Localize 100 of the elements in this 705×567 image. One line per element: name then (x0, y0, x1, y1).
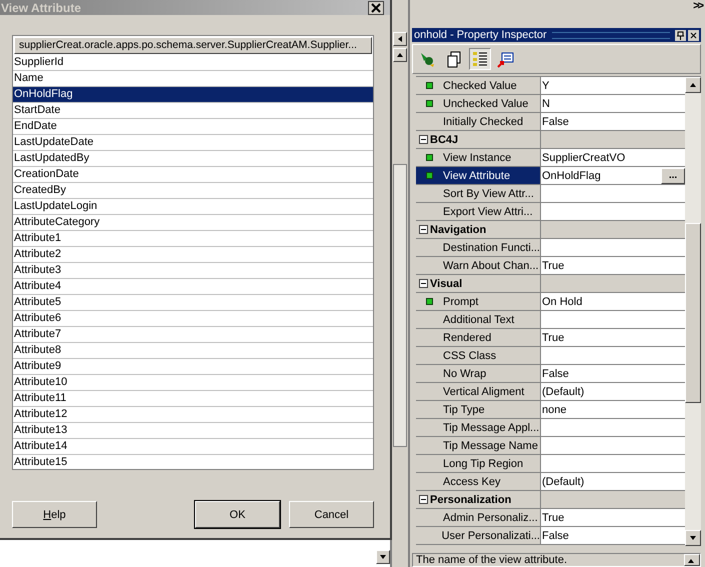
category-cell[interactable]: Visual (416, 275, 541, 293)
property-name-cell[interactable]: Vertical Aligment (416, 383, 541, 401)
property-value-cell[interactable] (541, 311, 685, 329)
property-name-cell[interactable]: Admin Personaliz... (416, 509, 541, 527)
dialog-button[interactable]: Help (12, 501, 97, 528)
property-value-cell[interactable]: (Default) (541, 473, 685, 491)
scroll-up-icon[interactable] (684, 554, 700, 566)
list-item[interactable]: Attribute13 (13, 423, 373, 439)
collapse-icon[interactable] (419, 495, 428, 504)
property-name-cell[interactable]: Unchecked Value (416, 95, 541, 113)
property-name-cell[interactable]: CSS Class (416, 347, 541, 365)
property-value-cell[interactable]: N (541, 95, 685, 113)
list-item[interactable]: Attribute11 (13, 391, 373, 407)
category-cell[interactable]: Personalization (416, 491, 541, 509)
collapse-icon[interactable] (419, 135, 428, 144)
property-name-cell[interactable]: Tip Message Name (416, 437, 541, 455)
scrollbar[interactable] (393, 164, 407, 447)
property-value-cell[interactable]: True (541, 257, 685, 275)
list-item[interactable]: LastUpdateDate (13, 135, 373, 151)
list-item[interactable]: SupplierId (13, 55, 373, 71)
close-icon[interactable] (368, 0, 384, 14)
property-value-cell[interactable]: On Hold (541, 293, 685, 311)
window-title: View Attribute (1, 0, 82, 14)
property-value-cell[interactable] (541, 455, 685, 473)
property-name-cell[interactable]: Export View Attri... (416, 203, 541, 221)
property-name-cell[interactable]: Long Tip Region (416, 455, 541, 473)
scroll-left-icon[interactable] (393, 32, 407, 46)
dialog-button[interactable]: Cancel (289, 501, 374, 528)
property-name: Warn About Chan... (443, 260, 539, 272)
property-name-cell[interactable]: Initially Checked (416, 113, 541, 131)
property-name-cell[interactable]: Tip Type (416, 401, 541, 419)
list-item[interactable]: Attribute9 (13, 359, 373, 375)
property-value-cell[interactable] (541, 239, 685, 257)
pin-icon[interactable] (675, 30, 686, 40)
property-name-cell[interactable]: Tip Message Appl... (416, 419, 541, 437)
property-name-cell[interactable]: Additional Text (416, 311, 541, 329)
dialog-button[interactable]: OK (195, 501, 280, 528)
list-item[interactable]: Attribute5 (13, 295, 373, 311)
property-name-cell[interactable]: Rendered (416, 329, 541, 347)
category-cell[interactable]: Navigation (416, 221, 541, 239)
scroll-down-icon[interactable] (685, 530, 701, 546)
scroll-down-icon[interactable] (376, 550, 390, 564)
list-item[interactable]: StartDate (13, 103, 373, 119)
property-value-cell[interactable] (541, 203, 685, 221)
property-name-cell[interactable]: View Instance (416, 149, 541, 167)
property-value-cell[interactable] (541, 437, 685, 455)
property-name-cell[interactable]: View Attribute (416, 167, 541, 185)
scrollbar[interactable] (685, 77, 701, 546)
property-value-cell[interactable] (541, 185, 685, 203)
property-value-cell[interactable]: False (541, 113, 685, 131)
property-name-cell[interactable]: No Wrap (416, 365, 541, 383)
list-item[interactable]: Attribute6 (13, 311, 373, 327)
list-item[interactable]: OnHoldFlag (13, 87, 373, 103)
property-value-cell[interactable]: OnHoldFlag ... (541, 167, 685, 185)
property-name-cell[interactable]: Destination Functi... (416, 239, 541, 257)
property-value: False (542, 368, 569, 380)
property-value-cell[interactable]: False (541, 527, 685, 545)
property-value-cell[interactable]: True (541, 329, 685, 347)
list-item[interactable]: AttributeCategory (13, 215, 373, 231)
scroll-up-icon[interactable] (685, 77, 701, 93)
property-name-cell[interactable]: Warn About Chan... (416, 257, 541, 275)
list-item[interactable]: Attribute3 (13, 263, 373, 279)
list-item[interactable]: CreatedBy (13, 183, 373, 199)
property-value-cell[interactable]: SupplierCreatVO (541, 149, 685, 167)
list-item[interactable]: Attribute4 (13, 279, 373, 295)
property-name-cell[interactable]: Access Key (416, 473, 541, 491)
list-item[interactable]: Attribute8 (13, 343, 373, 359)
toolbar-button[interactable] (469, 48, 491, 70)
property-name-cell[interactable]: Checked Value (416, 77, 541, 95)
close-icon[interactable] (688, 30, 699, 40)
list-item[interactable]: Attribute7 (13, 327, 373, 343)
list-item[interactable]: Attribute14 (13, 439, 373, 455)
property-value-cell[interactable] (541, 347, 685, 365)
property-name-cell[interactable]: Prompt (416, 293, 541, 311)
list-item[interactable]: EndDate (13, 119, 373, 135)
property-name: Export View Attri... (443, 206, 533, 218)
list-item[interactable]: Attribute1 (13, 231, 373, 247)
overflow-chevron[interactable]: >> (693, 0, 702, 12)
list-item[interactable]: Attribute12 (13, 407, 373, 423)
browse-button[interactable]: ... (661, 168, 685, 184)
list-item[interactable]: Attribute15 (13, 455, 373, 469)
property-value-cell[interactable]: True (541, 509, 685, 527)
property-value-cell[interactable]: (Default) (541, 383, 685, 401)
property-value-cell[interactable]: Y (541, 77, 685, 95)
property-name-cell[interactable]: User Personalizati... (416, 527, 541, 545)
category-cell[interactable]: BC4J (416, 131, 541, 149)
property-value-cell[interactable]: none (541, 401, 685, 419)
collapse-icon[interactable] (419, 279, 428, 288)
property-name-cell[interactable]: Sort By View Attr... (416, 185, 541, 203)
scroll-thumb[interactable] (685, 223, 701, 403)
property-value-cell[interactable] (541, 419, 685, 437)
list-item[interactable]: LastUpdatedBy (13, 151, 373, 167)
property-value-cell[interactable]: False (541, 365, 685, 383)
scroll-up-icon[interactable] (393, 48, 407, 62)
list-item[interactable]: CreationDate (13, 167, 373, 183)
list-item[interactable]: LastUpdateLogin (13, 199, 373, 215)
collapse-icon[interactable] (419, 225, 428, 234)
property-name: Admin Personaliz... (443, 512, 538, 524)
list-item[interactable]: Attribute2 (13, 247, 373, 263)
list-item[interactable]: Attribute10 (13, 375, 373, 391)
